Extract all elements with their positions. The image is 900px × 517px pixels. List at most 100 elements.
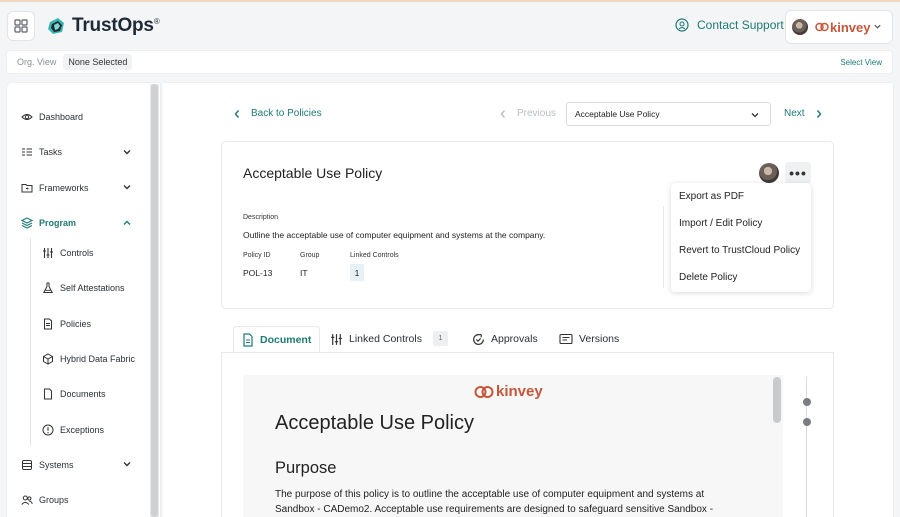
sidebar-subitem-controls[interactable]: Controls bbox=[42, 247, 94, 259]
sidebar-item-label: Systems bbox=[39, 460, 74, 470]
file-icon bbox=[44, 388, 52, 400]
previous-label: Previous bbox=[517, 108, 556, 119]
org-view-bar: Org. View None Selected Select View bbox=[6, 50, 893, 74]
tab-label: Document bbox=[260, 333, 312, 346]
user-org-menu[interactable]: kinvey bbox=[785, 10, 893, 44]
document-icon bbox=[44, 318, 52, 330]
versions-icon bbox=[559, 333, 573, 344]
sidebar-subitem-label: Self Attestations bbox=[60, 283, 125, 293]
support-icon bbox=[675, 18, 689, 32]
sidebar-item-tasks[interactable]: Tasks bbox=[21, 146, 62, 158]
menu-item-export-pdf[interactable]: Export as PDF bbox=[679, 191, 744, 202]
sidebar-item-label: Program bbox=[39, 218, 77, 228]
policy-id-label: Policy ID bbox=[243, 252, 271, 259]
program-subnav-line bbox=[30, 238, 31, 446]
more-options-menu: Export as PDF Import / Edit Policy Rever… bbox=[671, 183, 811, 292]
sidebar-item-systems[interactable]: Systems bbox=[21, 459, 74, 471]
app-launcher-button[interactable] bbox=[7, 11, 35, 41]
outline-marker[interactable] bbox=[803, 398, 811, 406]
next-label: Next bbox=[784, 108, 805, 119]
description-value: Outline the acceptable use of computer e… bbox=[243, 230, 546, 240]
sidebar-subitem-exceptions[interactable]: Exceptions bbox=[42, 424, 104, 436]
kinvey-logo-icon bbox=[474, 385, 494, 398]
alert-circle-icon bbox=[42, 424, 54, 436]
policy-title: Acceptable Use Policy bbox=[243, 165, 383, 181]
document-body: The purpose of this policy is to outline… bbox=[275, 489, 714, 515]
chevron-up-icon[interactable] bbox=[122, 218, 132, 228]
tab-label: Approvals bbox=[491, 333, 538, 345]
sidebar-item-label: Frameworks bbox=[39, 183, 89, 193]
app-logo[interactable]: TrustOps® bbox=[46, 15, 160, 37]
owner-avatar[interactable] bbox=[759, 163, 779, 183]
sidebar-subitem-hybrid-data-fabric[interactable]: Hybrid Data Fabric bbox=[42, 353, 135, 365]
sidebar-item-label: Tasks bbox=[39, 147, 63, 157]
sidebar-item-program[interactable]: Program bbox=[21, 217, 76, 229]
document-brand-logo: kinvey bbox=[474, 383, 543, 400]
sidebar-scroll-thumb[interactable] bbox=[151, 84, 158, 517]
policy-select[interactable]: Acceptable Use Policy bbox=[566, 102, 771, 126]
org-brand-logo: kinvey bbox=[815, 20, 870, 35]
sidebar-subitem-label: Policies bbox=[60, 319, 92, 329]
trustops-logo-icon bbox=[48, 18, 64, 34]
group-label: Group bbox=[300, 252, 320, 259]
org-view-label: Org. View bbox=[17, 57, 57, 67]
layers-icon bbox=[21, 217, 33, 229]
description-label: Description bbox=[243, 214, 279, 221]
tab-document[interactable]: Document bbox=[233, 326, 321, 352]
linked-controls-label: Linked Controls bbox=[350, 252, 399, 259]
menu-item-revert[interactable]: Revert to TrustCloud Policy bbox=[679, 245, 800, 256]
document-icon bbox=[243, 332, 253, 347]
group-value: IT bbox=[300, 268, 308, 278]
app-name: TrustOps bbox=[72, 15, 154, 36]
users-icon bbox=[21, 495, 33, 505]
flask-icon bbox=[42, 282, 54, 293]
outline-marker[interactable] bbox=[803, 418, 811, 426]
linked-controls-tab-count: 1 bbox=[433, 331, 448, 346]
next-button[interactable]: Next bbox=[784, 108, 823, 119]
tab-label: Linked Controls bbox=[349, 333, 422, 345]
chevron-down-icon bbox=[751, 113, 759, 118]
previous-button[interactable]: Previous bbox=[499, 108, 556, 119]
folder-icon bbox=[21, 184, 33, 193]
sidebar-item-frameworks[interactable]: Frameworks bbox=[21, 182, 89, 194]
contact-support-link[interactable]: Contact Support bbox=[675, 18, 784, 32]
sliders-icon bbox=[331, 333, 342, 345]
policy-select-value: Acceptable Use Policy bbox=[575, 109, 660, 119]
document-brand-name: kinvey bbox=[496, 383, 543, 400]
back-to-policies-link[interactable]: Back to Policies bbox=[233, 108, 322, 119]
tasks-list-icon bbox=[22, 148, 32, 156]
linked-controls-count[interactable]: 1 bbox=[350, 264, 364, 281]
chevron-down-icon bbox=[874, 24, 881, 29]
more-options-button[interactable]: ••• bbox=[785, 162, 811, 184]
chevron-left-icon bbox=[234, 109, 240, 118]
tab-approvals[interactable]: Approvals bbox=[472, 326, 538, 352]
sidebar-item-label: Dashboard bbox=[39, 112, 84, 122]
chevron-down-icon[interactable] bbox=[122, 147, 132, 157]
card-divider bbox=[663, 206, 664, 288]
contact-support-label: Contact Support bbox=[697, 18, 784, 32]
sidebar-subitem-documents[interactable]: Documents bbox=[42, 388, 106, 400]
tab-linked-controls[interactable]: Linked Controls bbox=[330, 326, 422, 352]
menu-item-delete[interactable]: Delete Policy bbox=[679, 272, 737, 283]
sidebar-item-dashboard[interactable]: Dashboard bbox=[21, 111, 83, 123]
sidebar-item-groups[interactable]: Groups bbox=[21, 494, 69, 506]
sidebar-subitem-label: Controls bbox=[60, 248, 94, 258]
chevron-right-icon bbox=[816, 109, 821, 118]
select-view-link[interactable]: Select View bbox=[840, 58, 882, 67]
document-heading: Purpose bbox=[275, 459, 337, 477]
org-view-value: None Selected bbox=[63, 54, 133, 70]
document-scrollbar[interactable] bbox=[773, 377, 781, 423]
back-label: Back to Policies bbox=[251, 108, 322, 119]
grid-icon bbox=[14, 19, 28, 33]
avatar bbox=[792, 19, 808, 35]
sidebar-subitem-policies[interactable]: Policies bbox=[42, 318, 91, 330]
chevron-down-icon[interactable] bbox=[122, 182, 132, 192]
sidebar-subitem-self-attestations[interactable]: Self Attestations bbox=[42, 282, 125, 294]
tab-versions[interactable]: Versions bbox=[559, 326, 619, 352]
document-title: Acceptable Use Policy bbox=[275, 412, 474, 434]
chevron-down-icon[interactable] bbox=[122, 459, 132, 469]
app-header: TrustOps® Contact Support kinvey bbox=[0, 2, 900, 48]
sidebar-subitem-label: Hybrid Data Fabric bbox=[60, 354, 136, 364]
menu-item-import-edit[interactable]: Import / Edit Policy bbox=[679, 218, 762, 229]
sidebar-scrollbar[interactable] bbox=[150, 84, 159, 517]
